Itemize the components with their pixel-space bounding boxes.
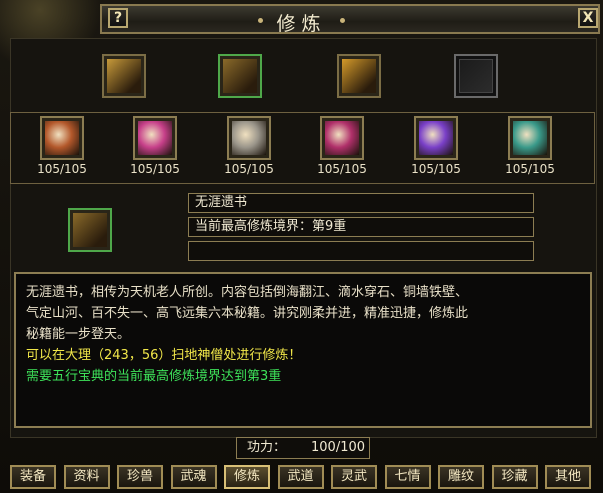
tab-1[interactable]: 资料 [63,465,110,489]
empty-slot[interactable] [454,54,498,98]
scroll-pink-icon[interactable] [133,116,177,160]
power-box: 功力： 100/100 [236,437,370,459]
location-text: 可以在大理（243，56）扫地神僧处进行修炼！ [26,348,302,363]
description-line: 气定山河、百不失一、高飞远集六本秘籍。讲究刚柔并进，精准迅捷，修炼此 [26,306,469,321]
tab-6[interactable]: 灵武 [331,465,377,489]
tab-0[interactable]: 装备 [10,465,56,489]
level-field: 当前最高修炼境界：第9重 [188,217,534,237]
scroll-magenta-icon[interactable] [320,116,364,160]
skill-count: 105/105 [505,162,555,176]
tab-bar: 装备 资料 珍兽 武魂 修炼 武道 灵武 七情 雕纹 珍藏 其他 [10,465,600,491]
scroll-purple-icon[interactable] [414,116,458,160]
scroll-bundle-icon[interactable] [218,54,262,98]
tab-3[interactable]: 武魂 [170,465,217,489]
scroll-teal-icon[interactable] [508,116,552,160]
skill-count: 105/105 [411,162,461,176]
skill-count: 105/105 [317,162,367,176]
skill-count: 105/105 [224,162,274,176]
requirement-text: 需要五行宝典的当前最高修炼境界达到第3重 [26,369,282,384]
book-icon[interactable] [102,54,146,98]
description-line: 秘籍能一步登天。 [26,327,131,342]
tab-5[interactable]: 武道 [277,465,324,489]
selected-item-icon[interactable] [68,208,112,252]
scroll-red-icon[interactable] [40,116,84,160]
extra-field [188,241,534,261]
window-title: 修炼 [276,13,327,35]
item-name-field: 无涯遗书 [188,193,534,213]
skill-count: 105/105 [130,162,180,176]
description-box: 无涯遗书，相传为天机老人所创。内容包括倒海翻江、滴水穿石、铜墙铁壁、 气定山河、… [14,272,592,428]
tab-10[interactable]: 其他 [545,465,591,489]
power-label: 功力： [247,440,287,455]
skill-count: 105/105 [37,162,87,176]
tab-7[interactable]: 七情 [384,465,431,489]
tab-9[interactable]: 珍藏 [491,465,538,489]
power-value: 100/100 [311,440,366,455]
description-line: 无涯遗书，相传为天机老人所创。内容包括倒海翻江、滴水穿石、铜墙铁壁、 [26,285,469,300]
treasure-icon[interactable] [337,54,381,98]
tab-8[interactable]: 雕纹 [438,465,484,489]
tab-4[interactable]: 修炼 [224,465,270,489]
scroll-white-icon[interactable] [227,116,271,160]
tab-2[interactable]: 珍兽 [117,465,163,489]
